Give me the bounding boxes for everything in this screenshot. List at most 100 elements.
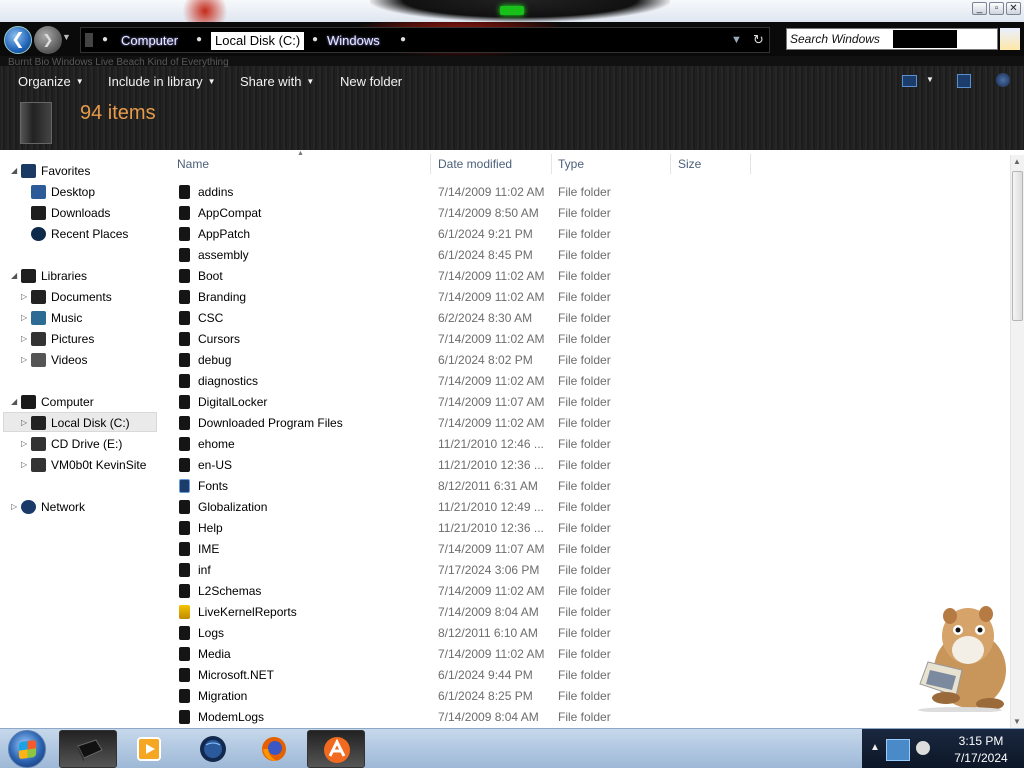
file-row[interactable]: diagnostics 7/14/2009 11:02 AM File folder [165,371,1010,392]
window-title-bar[interactable]: _ ▫ ✕ [0,0,1024,22]
scroll-up-icon[interactable]: ▲ [1013,157,1021,166]
collapsed-arrow-icon[interactable]: ▷ [11,498,21,516]
collapsed-arrow-icon[interactable]: ▷ [21,309,31,327]
file-row[interactable]: ehome 11/21/2010 12:46 ... File folder [165,434,1010,455]
file-row[interactable]: addins 7/14/2009 11:02 AM File folder [165,182,1010,203]
column-header-type[interactable]: Type [558,157,584,171]
breadcrumb-separator-icon[interactable]: ● [99,34,111,46]
column-header-size[interactable]: Size [678,157,701,171]
nav-item-downloads[interactable]: Downloads [31,204,110,222]
vertical-scrollbar[interactable]: ▲ ▼ [1010,155,1024,728]
file-row[interactable]: Help 11/21/2010 12:36 ... File folder [165,518,1010,539]
file-row[interactable]: assembly 6/1/2024 8:45 PM File folder [165,245,1010,266]
nav-item-vm0b0t-kevinsite[interactable]: ▷ VM0b0t KevinSite [21,456,146,474]
taskbar-app-media-player[interactable] [120,730,178,768]
nav-item-cd-drive-e[interactable]: ▷ CD Drive (E:) [21,435,122,453]
taskbar-app-firefox[interactable] [245,730,303,768]
search-input[interactable]: Search Windows [786,28,998,50]
nav-item-videos[interactable]: ▷ Videos [21,351,87,369]
help-icon[interactable] [996,73,1010,87]
forward-button[interactable]: ❯ [34,26,62,54]
back-button[interactable]: ❮ [4,26,32,54]
file-row[interactable]: DigitalLocker 7/14/2009 11:07 AM File fold… [165,392,1010,413]
nav-item-documents[interactable]: ▷ Documents [21,288,112,306]
file-row[interactable]: Microsoft.NET 6/1/2024 9:44 PM File folder [165,665,1010,686]
nav-item-local-disk-c[interactable]: ▷ Local Disk (C:) [21,414,130,432]
network-tray-icon[interactable] [886,739,910,761]
file-row[interactable]: CSC 6/2/2024 8:30 AM File folder [165,308,1010,329]
expanded-arrow-icon[interactable]: ◢ [11,267,21,285]
column-header-date-modified[interactable]: Date modified [438,157,512,171]
address-field[interactable]: ● Computer ● Local Disk (C:) ● Windows ●… [80,27,770,53]
clock-time[interactable]: 3:15 PM [946,734,1016,748]
file-row[interactable]: Downloaded Program Files 7/14/2009 11:02 … [165,413,1010,434]
share-with-button[interactable]: Share with ▼ [240,73,314,91]
column-divider[interactable] [430,154,431,174]
include-in-library-button[interactable]: Include in library ▼ [108,73,216,91]
column-divider[interactable] [551,154,552,174]
show-hidden-icons-icon[interactable]: ▲ [870,742,880,753]
close-button[interactable]: ✕ [1006,2,1021,15]
nav-item-music[interactable]: ▷ Music [21,309,82,327]
breadcrumb-local-disk[interactable]: Local Disk (C:) [211,32,305,50]
nav-item-computer[interactable]: ◢ Computer [11,393,94,411]
breadcrumb-windows[interactable]: Windows [327,32,380,50]
file-row[interactable]: Logs 8/12/2011 6:10 AM File folder [165,623,1010,644]
nav-item-desktop[interactable]: Desktop [31,183,95,201]
collapsed-arrow-icon[interactable]: ▷ [21,435,31,453]
file-row[interactable]: inf 7/17/2024 3:06 PM File folder [165,560,1010,581]
nav-item-recent-places[interactable]: Recent Places [31,225,128,243]
file-row[interactable]: L2Schemas 7/14/2009 11:02 AM File folder [165,581,1010,602]
breadcrumb-separator-icon[interactable]: ● [309,34,321,46]
collapsed-arrow-icon[interactable]: ▷ [21,288,31,306]
change-view-icon[interactable] [902,75,917,87]
breadcrumb-separator-icon[interactable]: ● [193,34,205,46]
collapsed-arrow-icon[interactable]: ▷ [21,414,31,432]
scroll-down-icon[interactable]: ▼ [1013,717,1021,726]
taskbar-app-explorer[interactable] [59,730,117,768]
file-row[interactable]: en-US 11/21/2010 12:36 ... File folder [165,455,1010,476]
expanded-arrow-icon[interactable]: ◢ [11,393,21,411]
collapsed-arrow-icon[interactable]: ▷ [21,456,31,474]
refresh-icon[interactable]: ↻ [753,32,764,48]
file-row[interactable]: Boot 7/14/2009 11:02 AM File folder [165,266,1010,287]
file-row[interactable]: LiveKernelReports 7/14/2009 8:04 AM File f… [165,602,1010,623]
start-button[interactable] [8,730,46,768]
column-divider[interactable] [750,154,751,174]
maximize-button[interactable]: ▫ [989,2,1004,15]
nav-item-favorites[interactable]: ◢ Favorites [11,162,90,180]
file-row[interactable]: Fonts 8/12/2011 6:31 AM File folder [165,476,1010,497]
file-row[interactable]: Media 7/14/2009 11:02 AM File folder [165,644,1010,665]
column-header-name[interactable]: Name [177,157,209,171]
organize-button[interactable]: Organize ▼ [18,73,84,91]
file-row[interactable]: IME 7/14/2009 11:07 AM File folder [165,539,1010,560]
file-row[interactable]: Migration 6/1/2024 8:25 PM File folder [165,686,1010,707]
hamster-gadget-icon[interactable] [910,600,1010,712]
preview-pane-icon[interactable] [957,74,971,88]
nav-item-libraries[interactable]: ◢ Libraries [11,267,87,285]
expanded-arrow-icon[interactable]: ◢ [11,162,21,180]
breadcrumb-separator-icon[interactable]: ● [397,34,409,46]
taskbar-app-avast[interactable] [307,730,365,768]
recent-pages-chevron-icon[interactable]: ▼ [62,32,71,42]
minimize-button[interactable]: _ [972,2,987,15]
webcam-tray-icon[interactable] [916,741,930,755]
nav-item-network[interactable]: ▷ Network [11,498,85,516]
collapsed-arrow-icon[interactable]: ▷ [21,351,31,369]
file-row[interactable]: AppPatch 6/1/2024 9:21 PM File folder [165,224,1010,245]
file-row[interactable]: debug 6/1/2024 8:02 PM File folder [165,350,1010,371]
scrollbar-thumb[interactable] [1012,171,1023,321]
new-folder-button[interactable]: New folder [340,73,402,91]
search-icon[interactable] [1000,28,1020,50]
collapsed-arrow-icon[interactable]: ▷ [21,330,31,348]
address-dropdown-icon[interactable]: ▼ [731,34,742,46]
nav-item-pictures[interactable]: ▷ Pictures [21,330,94,348]
file-row[interactable]: Cursors 7/14/2009 11:02 AM File folder [165,329,1010,350]
breadcrumb-computer[interactable]: Computer [121,32,178,50]
view-options-chevron-icon[interactable]: ▼ [926,75,934,84]
clock-date[interactable]: 7/17/2024 [946,751,1016,765]
file-row[interactable]: Branding 7/14/2009 11:02 AM File folder [165,287,1010,308]
taskbar-app-globe[interactable] [184,730,242,768]
column-divider[interactable] [670,154,671,174]
file-row[interactable]: Globalization 11/21/2010 12:49 ... File fo… [165,497,1010,518]
